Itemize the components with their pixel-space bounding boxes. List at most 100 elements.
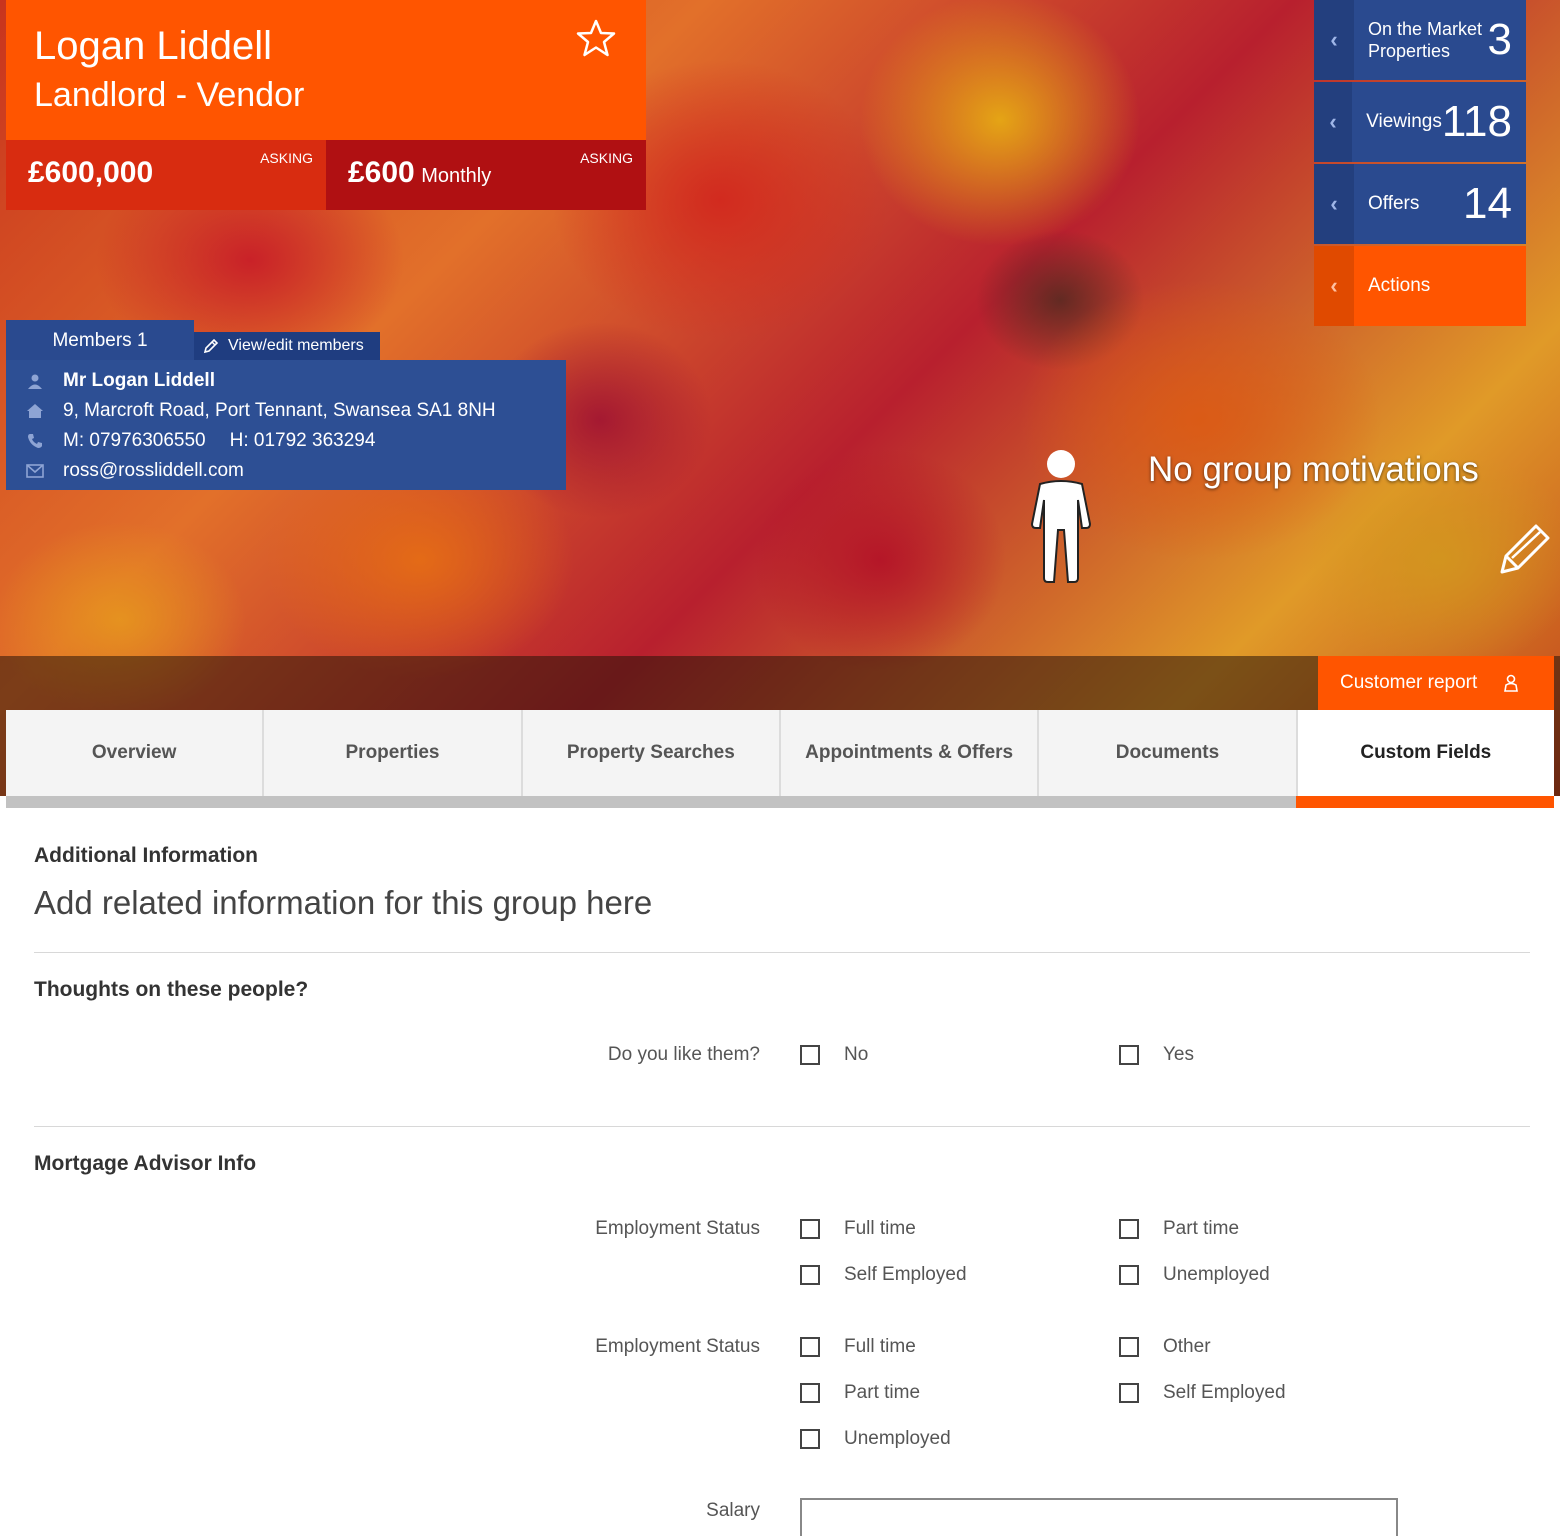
on-market-stat[interactable]: ‹ On the Market Properties 3	[1314, 0, 1526, 80]
phone-icon	[6, 433, 63, 449]
divider	[34, 1126, 1530, 1127]
members-tab[interactable]: Members 1	[6, 320, 194, 360]
checkbox-box[interactable]	[800, 1045, 820, 1065]
edit-icon	[203, 338, 219, 354]
tab-appointments-offers[interactable]: Appointments & Offers	[780, 710, 1040, 796]
star-icon[interactable]	[576, 18, 616, 58]
divider	[34, 952, 1530, 953]
member-address-row: 9, Marcroft Road, Port Tennant, Swansea …	[6, 396, 566, 426]
pencil-icon[interactable]	[1496, 518, 1556, 578]
viewings-label: Viewings	[1366, 111, 1442, 132]
checkbox-label: Part time	[844, 1382, 921, 1403]
viewings-value: 118	[1441, 97, 1512, 146]
let-price: £600	[348, 156, 415, 189]
member-address: 9, Marcroft Road, Port Tennant, Swansea …	[63, 400, 496, 421]
salary-label: Salary	[706, 1500, 760, 1521]
checkbox-box[interactable]	[1119, 1337, 1139, 1357]
sale-price: £600,000	[28, 156, 154, 189]
view-edit-members-link[interactable]: View/edit members	[194, 332, 380, 360]
group-title-card: Logan Liddell Landlord - Vendor	[6, 0, 646, 140]
checkbox-no[interactable]: No	[800, 1044, 868, 1066]
tab-bar: Overview Properties Property Searches Ap…	[6, 710, 1554, 796]
let-asking-tag: ASKING	[580, 150, 633, 166]
additional-info-heading: Additional Information	[34, 844, 258, 867]
checkbox-other[interactable]: Other	[1119, 1336, 1211, 1358]
checkbox-box[interactable]	[800, 1383, 820, 1403]
checkbox-label: No	[844, 1044, 869, 1065]
tab-documents[interactable]: Documents	[1039, 710, 1298, 796]
checkbox-box[interactable]	[800, 1429, 820, 1449]
checkbox-box[interactable]	[1119, 1265, 1139, 1285]
chevron-left-icon: ‹	[1314, 164, 1354, 244]
chevron-left-icon: ‹	[1314, 246, 1354, 326]
checkbox-label: Full time	[844, 1218, 916, 1239]
checkbox-box[interactable]	[1119, 1383, 1139, 1403]
let-frequency: Monthly	[421, 165, 492, 187]
sale-asking-tag: ASKING	[260, 150, 313, 166]
like-them-label: Do you like them?	[607, 1044, 760, 1065]
offers-stat[interactable]: ‹ Offers 14	[1314, 164, 1526, 244]
viewings-stat[interactable]: ‹ Viewings 118	[1314, 82, 1526, 162]
salary-input[interactable]	[800, 1498, 1398, 1536]
customer-report-button[interactable]: Customer report	[1318, 656, 1554, 710]
member-phone-row: M: 07976306550 H: 01792 363294	[6, 426, 566, 456]
on-market-value: 3	[1487, 15, 1512, 64]
checkbox-full-time[interactable]: Full time	[800, 1218, 916, 1240]
checkbox-label: Unemployed	[844, 1428, 951, 1449]
checkbox-full-time-2[interactable]: Full time	[800, 1336, 916, 1358]
envelope-icon	[6, 464, 63, 478]
employment-status-label-2: Employment Status	[595, 1336, 760, 1357]
tab-custom-fields[interactable]: Custom Fields	[1297, 710, 1554, 796]
person-icon	[1030, 450, 1092, 583]
checkbox-self-employed[interactable]: Self Employed	[800, 1264, 967, 1286]
tab-overview[interactable]: Overview	[6, 710, 265, 796]
employment-status-label: Employment Status	[595, 1218, 760, 1239]
user-outline-icon	[1504, 674, 1519, 692]
checkbox-part-time-2[interactable]: Part time	[800, 1382, 920, 1404]
checkbox-box[interactable]	[1119, 1045, 1139, 1065]
customer-report-label: Customer report	[1340, 672, 1478, 693]
checkbox-box[interactable]	[800, 1265, 820, 1285]
mortgage-section-title: Mortgage Advisor Info	[34, 1152, 257, 1175]
checkbox-label: Part time	[1163, 1218, 1240, 1239]
offers-label: Offers	[1368, 193, 1420, 214]
motivations-text: No group motivations	[1148, 450, 1479, 489]
checkbox-label: Self Employed	[1163, 1382, 1286, 1403]
member-name[interactable]: Mr Logan Liddell	[63, 370, 215, 392]
member-email-row: ross@rossliddell.com	[6, 456, 566, 486]
checkbox-label: Other	[1163, 1336, 1211, 1357]
member-mobile[interactable]: M: 07976306550	[63, 430, 206, 452]
on-market-label: On the Market Properties	[1368, 19, 1483, 61]
view-edit-members-label: View/edit members	[228, 337, 364, 354]
custom-fields-content: Additional Information Add related infor…	[6, 808, 1554, 1536]
active-tab-indicator	[1296, 796, 1554, 808]
chevron-left-icon: ‹	[1314, 82, 1353, 162]
thoughts-section-title: Thoughts on these people?	[34, 978, 309, 1001]
let-price-box: £600 Monthly ASKING	[326, 140, 646, 210]
checkbox-unemployed-2[interactable]: Unemployed	[800, 1428, 951, 1450]
checkbox-box[interactable]	[800, 1337, 820, 1357]
group-role: Landlord - Vendor	[34, 76, 305, 114]
actions-button[interactable]: ‹ Actions	[1314, 246, 1526, 326]
tab-property-searches[interactable]: Property Searches	[522, 710, 781, 796]
checkbox-label: Full time	[844, 1336, 916, 1357]
checkbox-box[interactable]	[800, 1219, 820, 1239]
checkbox-unemployed[interactable]: Unemployed	[1119, 1264, 1270, 1286]
checkbox-box[interactable]	[1119, 1219, 1139, 1239]
member-email[interactable]: ross@rossliddell.com	[63, 460, 244, 482]
checkbox-label: Self Employed	[844, 1264, 967, 1285]
chevron-left-icon: ‹	[1314, 0, 1354, 80]
user-icon	[6, 373, 63, 389]
home-icon	[6, 403, 63, 419]
actions-label: Actions	[1368, 275, 1431, 296]
sale-price-box: £600,000 ASKING	[6, 140, 326, 210]
member-home-phone[interactable]: H: 01792 363294	[230, 430, 376, 452]
checkbox-self-employed-2[interactable]: Self Employed	[1119, 1382, 1286, 1404]
checkbox-part-time[interactable]: Part time	[1119, 1218, 1239, 1240]
tab-properties[interactable]: Properties	[264, 710, 523, 796]
member-name-row: Mr Logan Liddell	[6, 366, 566, 396]
offers-value: 14	[1463, 179, 1512, 228]
members-panel: Mr Logan Liddell 9, Marcroft Road, Port …	[6, 360, 566, 490]
checkbox-label: Unemployed	[1163, 1264, 1270, 1285]
checkbox-yes[interactable]: Yes	[1119, 1044, 1194, 1066]
